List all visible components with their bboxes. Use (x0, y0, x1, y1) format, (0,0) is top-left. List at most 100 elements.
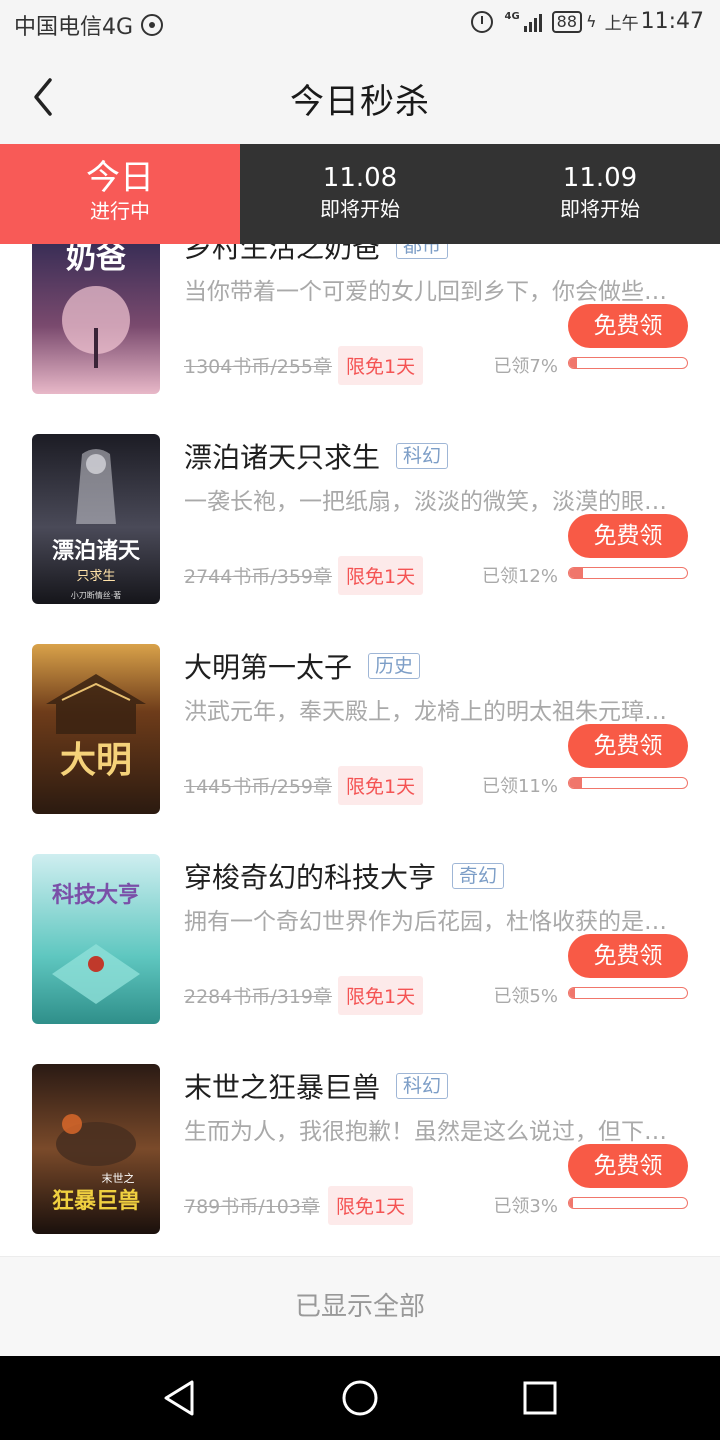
free-days-tag: 限免1天 (338, 556, 424, 595)
free-days-tag: 限免1天 (338, 766, 424, 805)
back-triangle-icon[interactable] (160, 1378, 200, 1418)
claim-progress-bar (568, 567, 688, 579)
book-cover[interactable]: 漂泊诸天 只求生 小刀断情丝·著 (32, 434, 160, 604)
book-description: 拥有一个奇幻世界作为后花园，杜恪收获的是…… (184, 909, 684, 935)
cover-title: 漂泊诸天 (52, 538, 141, 564)
book-item[interactable]: 奶爸 乡村生活之奶爸 都市 当你带着一个可爱的女儿回到乡下，你会做些什么呢？ 1… (0, 244, 720, 434)
network-type-label: 4G (504, 10, 520, 22)
book-item[interactable]: 漂泊诸天 只求生 小刀断情丝·著 漂泊诸天只求生 科幻 一袭长袍，一把纸扇，淡淡… (0, 434, 720, 644)
free-days-tag: 限免1天 (328, 1186, 414, 1225)
book-title: 乡村生活之奶爸 (184, 244, 381, 264)
genre-badge: 科幻 (396, 1073, 449, 1099)
claim-progress-fill (569, 1198, 573, 1208)
claimed-percent: 已领3% (493, 1196, 558, 1217)
book-cover-art: 漂泊诸天 只求生 小刀断情丝·著 (32, 434, 160, 604)
cover-title: 大明 (60, 740, 132, 781)
alarm-icon (470, 10, 493, 33)
claim-free-button[interactable]: 免费领 (568, 514, 688, 558)
book-cover-art: 奶爸 (32, 244, 160, 394)
book-cover[interactable]: 科技大亨 (32, 854, 160, 1024)
tab-1109[interactable]: 11.09 即将开始 (480, 144, 720, 244)
book-cover-art: 末世之 狂暴巨兽 (32, 1064, 160, 1234)
claimed-percent: 已领12% (481, 566, 558, 587)
claim-progress-bar (568, 777, 688, 789)
book-item[interactable]: 科技大亨 穿梭奇幻的科技大亨 奇幻 拥有一个奇幻世界作为后花园，杜恪收获的是……… (0, 854, 720, 1064)
cover-author: 小刀断情丝·著 (71, 590, 122, 600)
genre-badge: 奇幻 (452, 863, 505, 889)
recents-square-icon[interactable] (520, 1378, 560, 1418)
book-description: 生而为人，我很抱歉！虽然是这么说过，但下一秒…… (184, 1119, 684, 1145)
book-cover-art: 大明 (32, 644, 160, 814)
clock-time: 11:47 (640, 9, 704, 34)
cover-title: 奶爸 (66, 244, 126, 276)
tab-1108[interactable]: 11.08 即将开始 (240, 144, 480, 244)
carrier-label: 中国电信4G (14, 15, 134, 40)
time-ampm: 上午 (604, 14, 639, 34)
claim-progress-bar (568, 357, 688, 369)
original-price: 2284书币/319章 (184, 986, 333, 1008)
signal-icon: 4G (504, 10, 542, 32)
book-title: 穿梭奇幻的科技大亨 (184, 861, 437, 894)
book-list[interactable]: 奶爸 乡村生活之奶爸 都市 当你带着一个可爱的女儿回到乡下，你会做些什么呢？ 1… (0, 244, 720, 1256)
book-description: 洪武元年，奉天殿上，龙椅上的明太祖朱元璋…… (184, 699, 684, 725)
book-title-row: 末世之狂暴巨兽 科幻 (184, 1066, 449, 1106)
book-title-row: 乡村生活之奶爸 都市 (184, 244, 449, 266)
home-circle-icon[interactable] (340, 1378, 380, 1418)
book-title-row: 漂泊诸天只求生 科幻 (184, 436, 449, 476)
cover-subtitle: 末世之 (102, 1171, 135, 1185)
claim-progress-bar (568, 1197, 688, 1209)
page-title: 今日秒杀 (290, 82, 430, 122)
claimed-percent: 已领5% (493, 986, 558, 1007)
tab-subtitle: 即将开始 (320, 197, 400, 221)
claim-progress-fill (569, 778, 582, 788)
book-item[interactable]: 大明 大明第一太子 历史 洪武元年，奉天殿上，龙椅上的明太祖朱元璋…… 1445… (0, 644, 720, 854)
book-title-row: 大明第一太子 历史 (184, 646, 421, 686)
claimed-percent: 已领7% (493, 356, 558, 377)
book-title-row: 穿梭奇幻的科技大亨 奇幻 (184, 856, 505, 896)
book-title: 漂泊诸天只求生 (184, 441, 381, 474)
date-tabs: 今日 进行中 11.08 即将开始 11.09 即将开始 (0, 144, 720, 244)
book-description: 一袭长袍，一把纸扇，淡淡的微笑，淡漠的眼神…… (184, 489, 684, 515)
original-price: 789书币/103章 (184, 1196, 320, 1218)
cover-title: 科技大亨 (52, 882, 140, 908)
tab-subtitle: 进行中 (90, 199, 150, 223)
claim-free-button[interactable]: 免费领 (568, 304, 688, 348)
status-left: 中国电信4G (14, 9, 164, 41)
book-title: 末世之狂暴巨兽 (184, 1071, 381, 1104)
tab-subtitle: 即将开始 (560, 197, 640, 221)
original-price: 1445书币/259章 (184, 776, 333, 798)
cover-subtitle: 只求生 (76, 569, 115, 584)
tab-title: 11.09 (562, 163, 638, 193)
claim-free-button[interactable]: 免费领 (568, 934, 688, 978)
status-right: 4G 88 ϟ 上午 11:47 (470, 9, 704, 34)
claim-progress-fill (569, 358, 578, 368)
cover-title: 狂暴巨兽 (52, 1188, 140, 1214)
genre-badge: 都市 (396, 244, 449, 259)
claim-free-button[interactable]: 免费领 (568, 724, 688, 768)
book-cover-art: 科技大亨 (32, 854, 160, 1024)
claimed-percent: 已领11% (481, 776, 558, 797)
charging-icon: ϟ (586, 12, 597, 31)
book-title: 大明第一太子 (184, 651, 353, 684)
status-bar: 中国电信4G 4G 88 ϟ 上午 11:47 (0, 0, 720, 50)
free-days-tag: 限免1天 (338, 346, 424, 385)
claim-progress-fill (569, 988, 575, 998)
book-cover[interactable]: 末世之 狂暴巨兽 (32, 1064, 160, 1234)
free-days-tag: 限免1天 (338, 976, 424, 1015)
genre-badge: 历史 (368, 653, 421, 679)
genre-badge: 科幻 (396, 443, 449, 469)
original-price: 1304书币/255章 (184, 356, 333, 378)
book-description: 当你带着一个可爱的女儿回到乡下，你会做些什么呢？ (184, 279, 684, 305)
hotspot-icon (141, 14, 164, 36)
claim-free-button[interactable]: 免费领 (568, 1144, 688, 1188)
original-price: 2744书币/359章 (184, 566, 333, 588)
book-item[interactable]: 末世之 狂暴巨兽 末世之狂暴巨兽 科幻 生而为人，我很抱歉！虽然是这么说过，但下… (0, 1064, 720, 1256)
claim-progress-bar (568, 987, 688, 999)
battery-icon: 88 (551, 10, 583, 33)
tab-title: 11.08 (322, 163, 398, 193)
tab-today[interactable]: 今日 进行中 (0, 144, 240, 244)
tab-title: 今日 (86, 158, 154, 198)
book-cover[interactable]: 奶爸 (32, 244, 160, 394)
book-cover[interactable]: 大明 (32, 644, 160, 814)
system-nav-bar (0, 1356, 720, 1440)
